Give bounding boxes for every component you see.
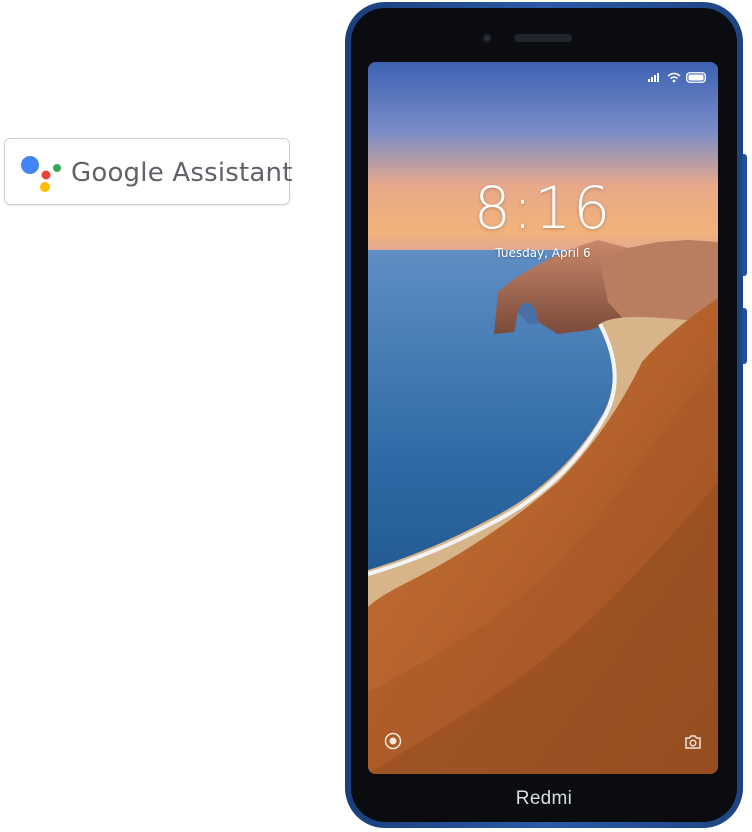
- volume-button: [742, 154, 747, 276]
- google-assistant-label: Google Assistant: [71, 158, 293, 188]
- battery-icon: [686, 71, 706, 83]
- google-assistant-badge: Google Assistant: [4, 138, 293, 205]
- lock-screen[interactable]: 8:16 Tuesday, April 6: [368, 62, 718, 774]
- earpiece-speaker: [514, 34, 572, 42]
- lockscreen-clock: 8:16: [473, 174, 613, 242]
- google-assistant-dots-icon: [21, 156, 61, 192]
- assistant-icon[interactable]: [384, 732, 402, 750]
- status-bar: [648, 70, 708, 84]
- lockscreen-date: Tuesday, April 6: [495, 246, 591, 260]
- front-camera-icon: [482, 33, 492, 43]
- product-page: Google Assistant 8:16 Tuesday, April 6 R…: [0, 0, 752, 832]
- power-button: [742, 308, 747, 364]
- wallpaper-image: [368, 62, 718, 774]
- phone-front-panel: 8:16 Tuesday, April 6 Redmi: [351, 8, 737, 822]
- wifi-icon: [667, 72, 681, 82]
- camera-icon[interactable]: [684, 734, 702, 750]
- signal-icon: [648, 73, 659, 82]
- phone-device: 8:16 Tuesday, April 6 Redmi: [345, 2, 747, 828]
- phone-brand-logo: Redmi: [515, 788, 573, 809]
